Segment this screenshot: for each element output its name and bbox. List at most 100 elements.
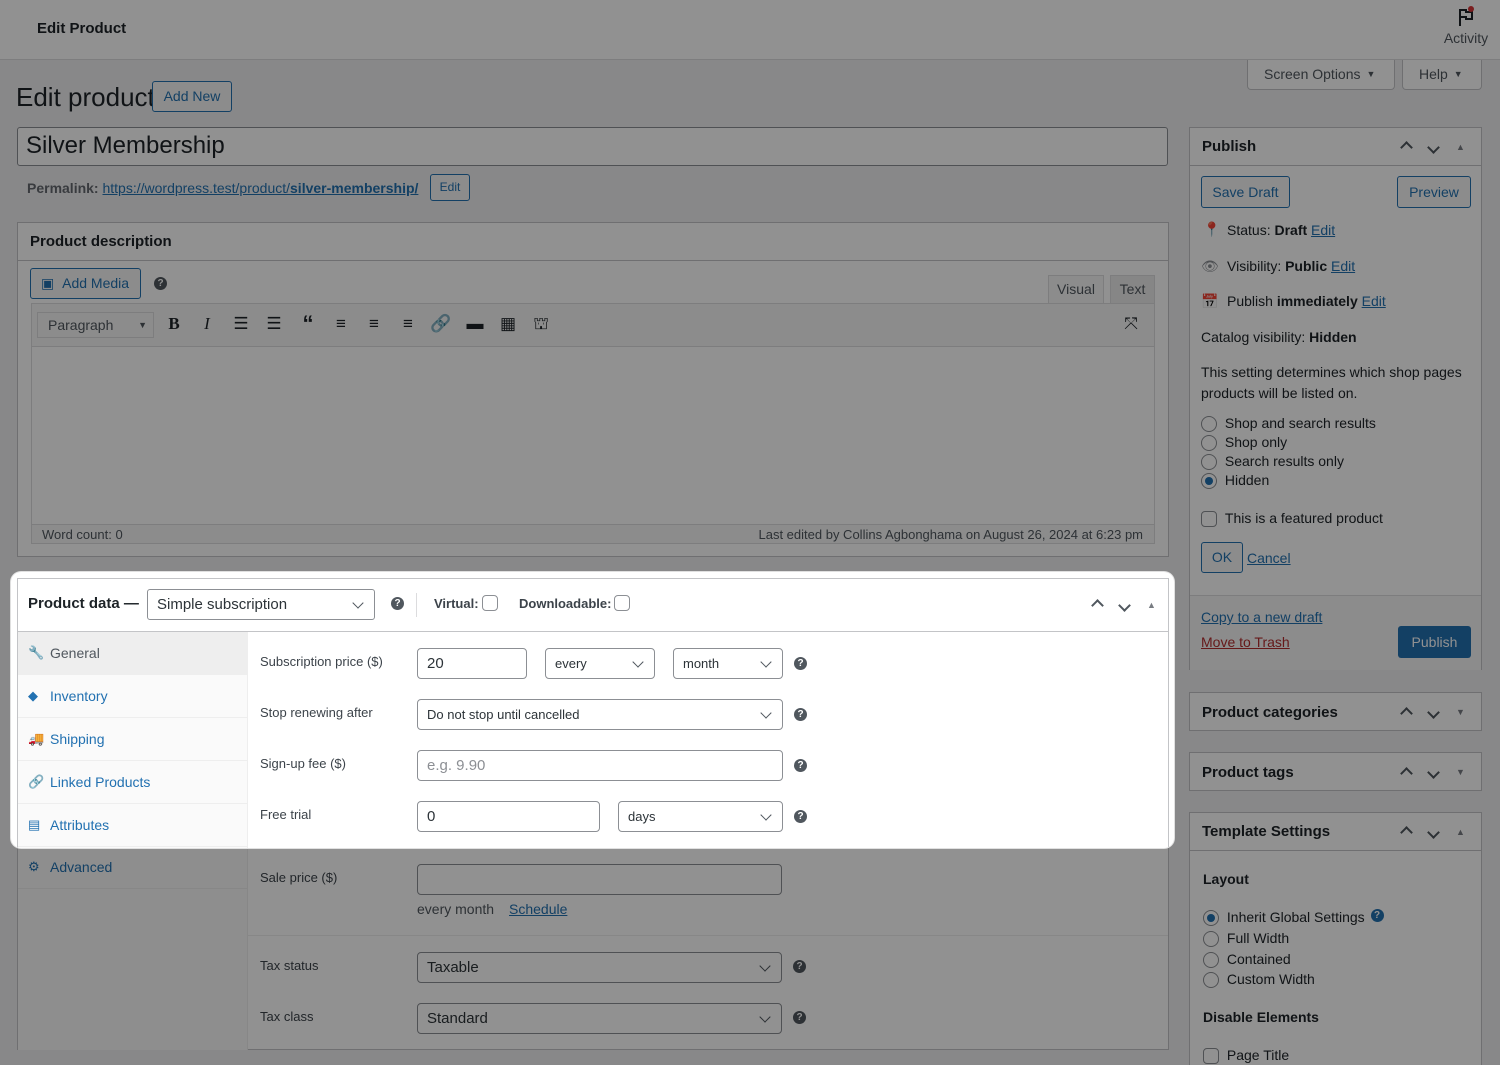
stop-renewing-select[interactable]: Do not stop until cancelled [417,699,783,730]
product-tags-header[interactable]: Product tags ▼ [1190,753,1481,791]
ok-button[interactable]: OK [1201,542,1243,573]
template-settings-header[interactable]: Template Settings ▲ [1190,813,1481,851]
move-up-icon[interactable] [1398,704,1415,721]
sale-price-input[interactable] [417,864,782,895]
tax-status-select[interactable]: Taxable [417,952,782,983]
tab-visual[interactable]: Visual [1048,275,1104,304]
billing-period-select[interactable]: month [673,648,783,679]
tab-linked-products[interactable]: 🔗 Linked Products [18,761,247,804]
activity-button[interactable]: Activity [1442,6,1490,46]
blockquote-icon[interactable]: “ [297,313,319,335]
checkbox[interactable] [1203,1048,1219,1065]
tax-class-select[interactable]: Standard [417,1003,782,1034]
permalink-edit-button[interactable]: Edit [430,174,470,201]
radio-button[interactable] [1203,931,1219,948]
product-title-input[interactable]: Silver Membership [17,127,1168,166]
radio-button[interactable] [1201,435,1217,452]
free-trial-period-select[interactable]: days [618,801,783,832]
schedule-link[interactable]: Schedule [509,901,567,917]
signup-fee-input[interactable]: e.g. 9.90 [417,750,783,781]
tab-advanced[interactable]: ⚙ Advanced [18,846,247,889]
fullscreen-icon[interactable]: ⤧ [1120,313,1142,335]
save-draft-button[interactable]: Save Draft [1201,176,1290,208]
read-more-icon[interactable]: ▬ [464,313,486,335]
move-up-icon[interactable] [1398,764,1415,781]
help-icon[interactable]: ? [793,960,806,973]
copy-draft-link[interactable]: Copy to a new draft [1201,609,1322,625]
align-center-icon[interactable]: ≡ [363,313,385,335]
align-right-icon[interactable]: ≡ [397,313,419,335]
collapse-icon[interactable]: ▲ [1452,827,1469,837]
checkbox[interactable] [1201,511,1217,528]
collapse-icon[interactable]: ▲ [1143,600,1160,610]
layout-option[interactable]: Contained [1203,951,1291,969]
checkbox[interactable] [614,595,631,612]
checkbox[interactable] [481,595,498,612]
layout-option[interactable]: Inherit Global Settings ? [1203,909,1384,927]
radio-button-checked[interactable] [1201,473,1217,490]
toolbar-toggle-icon[interactable]: ▦ [497,313,519,335]
layout-option[interactable]: Custom Width [1203,971,1315,989]
italic-icon[interactable]: I [196,313,218,335]
add-media-button[interactable]: ▣ Add Media [30,268,141,299]
catalog-option[interactable]: Search results only [1201,453,1344,471]
link-icon[interactable]: 🔗 [430,313,452,335]
product-type-select[interactable]: Simple subscription [147,589,375,620]
help-icon[interactable]: ? [793,1011,806,1024]
help-icon[interactable]: ? [1370,909,1384,922]
expand-icon[interactable]: ▼ [1452,707,1469,717]
tab-shipping[interactable]: 🚚 Shipping [18,718,247,761]
move-to-trash-link[interactable]: Move to Trash [1201,634,1290,650]
add-new-button[interactable]: Add New [152,81,232,112]
status-edit-link[interactable]: Edit [1311,222,1335,238]
publish-button[interactable]: Publish [1398,626,1471,658]
visibility-edit-link[interactable]: Edit [1331,258,1355,274]
move-up-icon[interactable] [1398,138,1415,155]
tab-attributes[interactable]: ▤ Attributes [18,804,247,847]
editor-content[interactable] [31,347,1155,525]
move-down-icon[interactable] [1116,597,1133,613]
radio-button[interactable] [1201,454,1217,471]
help-icon[interactable]: ? [794,759,807,772]
tab-general[interactable]: 🔧 General [18,632,247,675]
bold-icon[interactable]: B [163,313,185,335]
cancel-link[interactable]: Cancel [1247,550,1291,566]
bullet-list-icon[interactable]: ☰ [230,313,252,335]
tab-inventory[interactable]: ◆ Inventory [18,675,247,718]
page-title-checkbox[interactable]: Page Title [1203,1047,1289,1065]
catalog-option[interactable]: Shop only [1201,434,1287,452]
help-button[interactable]: Help ▼ [1402,60,1482,90]
radio-button-checked[interactable] [1203,910,1219,927]
help-icon[interactable]: ? [794,810,807,823]
publish-date-edit-link[interactable]: Edit [1362,293,1386,309]
product-categories-header[interactable]: Product categories ▼ [1190,693,1481,731]
help-icon[interactable]: ? [391,597,404,610]
help-icon[interactable]: ? [154,277,167,290]
catalog-option[interactable]: Hidden [1201,472,1269,490]
align-left-icon[interactable]: ≡ [330,313,352,335]
help-icon[interactable]: ? [794,657,807,670]
move-down-icon[interactable] [1425,139,1442,155]
move-down-icon[interactable] [1425,764,1442,780]
radio-button[interactable] [1203,952,1219,969]
help-icon[interactable]: ? [794,708,807,721]
format-select[interactable]: Paragraph ▼ [37,312,154,338]
move-down-icon[interactable] [1425,824,1442,840]
move-up-icon[interactable] [1089,596,1106,613]
radio-button[interactable] [1203,972,1219,989]
subscription-price-input[interactable]: 20 [417,648,527,679]
featured-product-checkbox[interactable]: This is a featured product [1201,510,1383,528]
catalog-option[interactable]: Shop and search results [1201,415,1376,433]
preview-button[interactable]: Preview [1397,176,1471,208]
free-trial-input[interactable]: 0 [417,801,600,832]
downloadable-checkbox[interactable]: Downloadable: [519,595,631,612]
tab-text[interactable]: Text [1110,275,1155,304]
shortcode-icon[interactable]: ⛫ [530,313,552,335]
collapse-icon[interactable]: ▲ [1452,142,1469,152]
virtual-checkbox[interactable]: Virtual: [434,595,498,612]
billing-interval-select[interactable]: every [545,648,655,679]
expand-icon[interactable]: ▼ [1452,767,1469,777]
numbered-list-icon[interactable]: ☰ [263,313,285,335]
move-up-icon[interactable] [1398,823,1415,840]
layout-option[interactable]: Full Width [1203,930,1289,948]
